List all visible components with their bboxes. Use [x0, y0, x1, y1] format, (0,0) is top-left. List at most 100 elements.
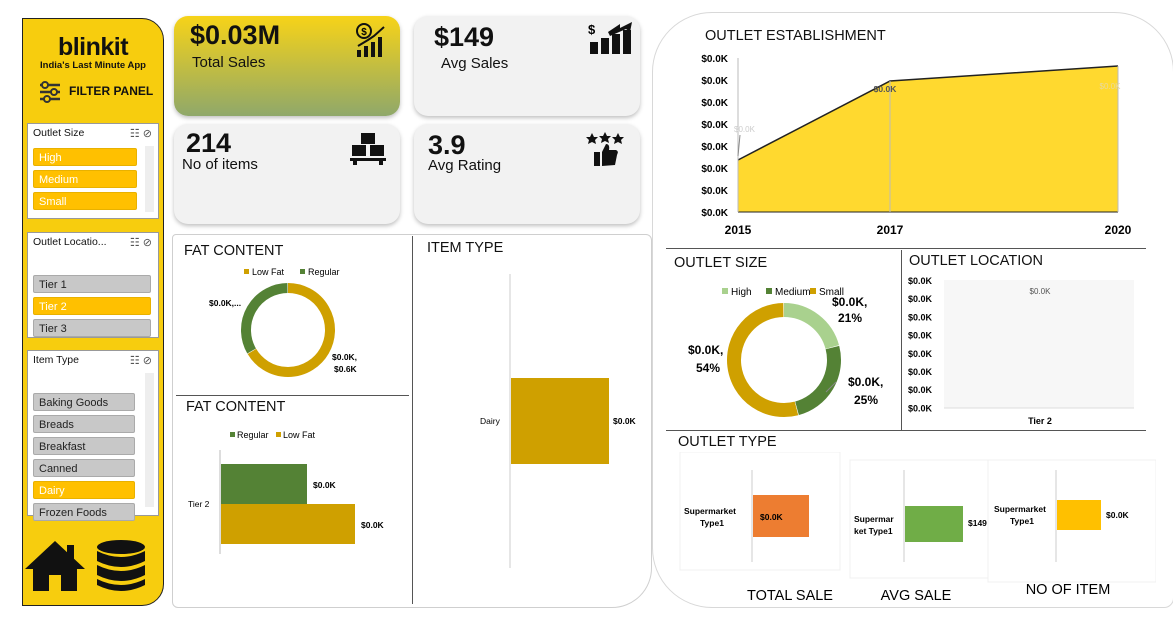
legend-swatch — [810, 288, 816, 294]
bar-growth-icon: $ — [586, 22, 634, 59]
total-sales-card: $0.03M Total Sales $ — [174, 16, 400, 116]
data-label: $0.0K, — [832, 295, 867, 309]
multi-select-icon[interactable]: ☷ ⊘ — [130, 127, 152, 140]
outlet-type-bar — [1057, 500, 1101, 530]
panel-divider — [666, 430, 1146, 431]
outlet-size-slicer: Outlet Size ☷ ⊘ High Medium Small — [27, 123, 159, 219]
home-icon[interactable] — [23, 537, 87, 598]
data-label: $0.0K — [1106, 510, 1130, 520]
dairy-bar — [511, 378, 609, 464]
data-label: 54% — [696, 361, 720, 375]
y-tick-label: $0.0K — [908, 403, 933, 413]
data-label: $0.0K — [613, 416, 637, 426]
category-label: Supermar — [854, 514, 894, 524]
items-count-label: No of items — [182, 156, 258, 173]
avg-sales-value: $149 — [434, 22, 495, 52]
data-label: $0.0K, — [332, 352, 357, 362]
legend-swatch — [722, 288, 728, 294]
legend-label: Regular — [237, 430, 269, 440]
sales-growth-icon: $ — [354, 22, 388, 63]
filter-sidebar: blinkit India's Last Minute App FILTER P… — [22, 18, 164, 606]
panel-divider — [176, 395, 409, 396]
slicer-item[interactable]: Dairy — [33, 481, 135, 499]
slicer-item[interactable]: Breads — [33, 415, 135, 433]
legend-label: Regular — [308, 267, 340, 277]
brand-tagline: India's Last Minute App — [40, 60, 146, 71]
slicer-scrollbar[interactable] — [145, 373, 154, 507]
item-type-bar-chart: Dairy $0.0K — [480, 274, 637, 568]
plot-area — [944, 280, 1134, 408]
bar-low-fat — [221, 504, 355, 544]
legend-swatch — [230, 432, 235, 437]
outlet-size-title: OUTLET SIZE — [674, 255, 768, 271]
y-tick-label: $0.0K — [908, 385, 933, 395]
slicer-scrollbar[interactable] — [145, 146, 154, 212]
establishment-title: OUTLET ESTABLISHMENT — [705, 28, 886, 44]
legend-swatch — [766, 288, 772, 294]
category-label: Supermarket — [994, 504, 1046, 514]
avg-sales-card: $149 Avg Sales $ — [414, 16, 640, 116]
category-label: Dairy — [480, 416, 501, 426]
slicer-item[interactable]: Breakfast — [33, 437, 135, 455]
bar-regular — [221, 464, 307, 504]
y-tick-label: $0.0K — [701, 98, 728, 109]
point-label: $0.0K — [1030, 287, 1052, 296]
svg-text:$: $ — [361, 27, 367, 38]
area-fill — [738, 66, 1118, 212]
high-slice — [783, 303, 840, 350]
fat-donut-title: FAT CONTENT — [184, 243, 284, 259]
data-label: $0.6K — [334, 364, 358, 374]
item-type-slicer: Item Type ☷ ⊘ Baking Goods Breads Breakfas… — [27, 350, 159, 521]
data-label: $149 — [968, 518, 987, 528]
slicer-item[interactable]: Medium — [33, 170, 137, 188]
total-sales-label: Total Sales — [192, 54, 266, 71]
slicer-item[interactable]: Tier 1 — [33, 275, 151, 293]
regular-slice — [241, 283, 289, 354]
data-label: $0.0K, — [848, 375, 883, 389]
fat-bar-title: FAT CONTENT — [186, 399, 286, 415]
slicer-item[interactable]: Small — [33, 192, 137, 210]
boxes-icon — [350, 132, 386, 171]
y-tick-label: $0.0K — [908, 312, 933, 322]
outlet-size-donut-chart: High Medium Small$0.0K,21%$0.0K,25%$0.0K,5… — [688, 287, 883, 417]
outlet-location-slicer-title: Outlet Locatio... — [33, 236, 107, 248]
y-tick-label: $0.0K — [701, 208, 728, 219]
slicer-item[interactable]: Tier 2 — [33, 297, 151, 315]
clear-filter-icon[interactable]: ☷ ⊘ — [130, 236, 152, 249]
outlet-location-title: OUTLET LOCATION — [909, 253, 1044, 269]
slicer-item[interactable]: Tier 3 — [33, 319, 151, 337]
small-slice — [727, 303, 799, 417]
filter-sliders-icon — [37, 81, 63, 103]
y-tick-label: $0.0K — [701, 54, 728, 65]
legend-label: Medium — [775, 287, 811, 298]
svg-text:$: $ — [588, 22, 596, 37]
data-label: 25% — [854, 393, 878, 407]
slicer-item[interactable]: High — [33, 148, 137, 166]
clear-filter-icon[interactable]: ☷ ⊘ — [130, 354, 152, 367]
y-tick-label: $0.0K — [701, 76, 728, 87]
outlet-size-slicer-title: Outlet Size — [33, 127, 85, 139]
panel-divider — [901, 250, 902, 430]
database-icon[interactable] — [93, 539, 149, 598]
panel-divider — [412, 236, 413, 604]
panel-divider — [666, 248, 1146, 249]
outlet-location-bar-chart: $0.0K $0.0K $0.0K $0.0K $0.0K $0.0K $0.0K $0.0K… — [908, 276, 1134, 426]
outlet-establishment-area-chart: $0.0K $0.0K $0.0K $0.0K $0.0K $0.0K $0.0K $0.0K… — [701, 54, 1131, 237]
point-label: $0.0K — [1100, 82, 1122, 91]
outlet-type-bar — [905, 506, 963, 542]
legend-label: Low Fat — [252, 267, 285, 277]
slicer-item[interactable]: Baking Goods — [33, 393, 135, 411]
slicer-item[interactable]: Canned — [33, 459, 135, 477]
x-tick-label: 2017 — [877, 223, 904, 237]
data-label: $0.0K — [313, 480, 337, 490]
x-tick-label: Tier 2 — [1028, 416, 1052, 426]
brand-logo: blinkit — [57, 33, 129, 61]
slicer-item[interactable]: Frozen Foods — [33, 503, 135, 521]
category-label: ket Type1 — [854, 526, 893, 536]
data-label: 21% — [838, 311, 862, 325]
data-label: $0.0K,... — [209, 298, 241, 308]
filter-panel-title: FILTER PANEL — [69, 84, 154, 98]
point-label: $0.0K — [874, 84, 898, 94]
category-label: Tier 2 — [188, 499, 210, 509]
total-sales-value: $0.03M — [190, 20, 281, 50]
